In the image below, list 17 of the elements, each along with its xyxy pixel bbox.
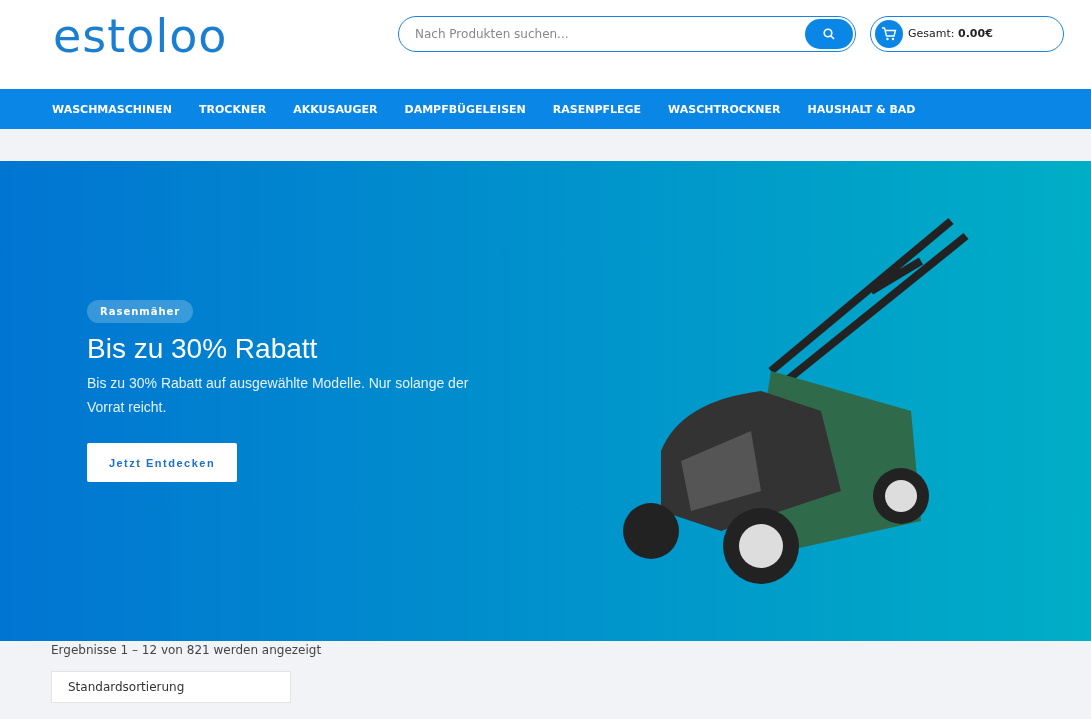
sort-dropdown[interactable]: Standardsortierung xyxy=(51,671,291,703)
search-icon xyxy=(823,27,835,40)
nav-link[interactable]: HAUSHALT & BAD xyxy=(807,102,916,116)
banner-title: Bis zu 30% Rabatt xyxy=(87,333,319,365)
nav-link[interactable]: AKKUSAUGER xyxy=(293,102,378,116)
search-field[interactable]: Nach Produkten suchen... xyxy=(398,15,856,52)
nav-link[interactable]: RASENPFLEGE xyxy=(552,102,642,116)
nav-link[interactable]: WASCHMASCHINEN xyxy=(52,102,173,116)
category-tag: Rasenmäher xyxy=(87,300,194,323)
logo[interactable]: estoloo xyxy=(53,8,398,63)
nav-link[interactable]: WASCHTROCKNER xyxy=(668,102,781,116)
nav-link[interactable]: TROCKNER xyxy=(199,102,267,116)
nav-link[interactable]: DAMPFBÜGELEISEN xyxy=(404,102,526,116)
discover-button[interactable]: Jetzt Entdecken xyxy=(87,443,237,482)
result-count: Ergebnisse 1 – 12 von 821 werden angezeigt xyxy=(51,643,323,657)
banner-text: Bis zu 30% Rabatt auf ausgewählte Modelle. Nur solange der Vorrat reicht. xyxy=(87,374,470,417)
cart-icon xyxy=(875,19,903,48)
